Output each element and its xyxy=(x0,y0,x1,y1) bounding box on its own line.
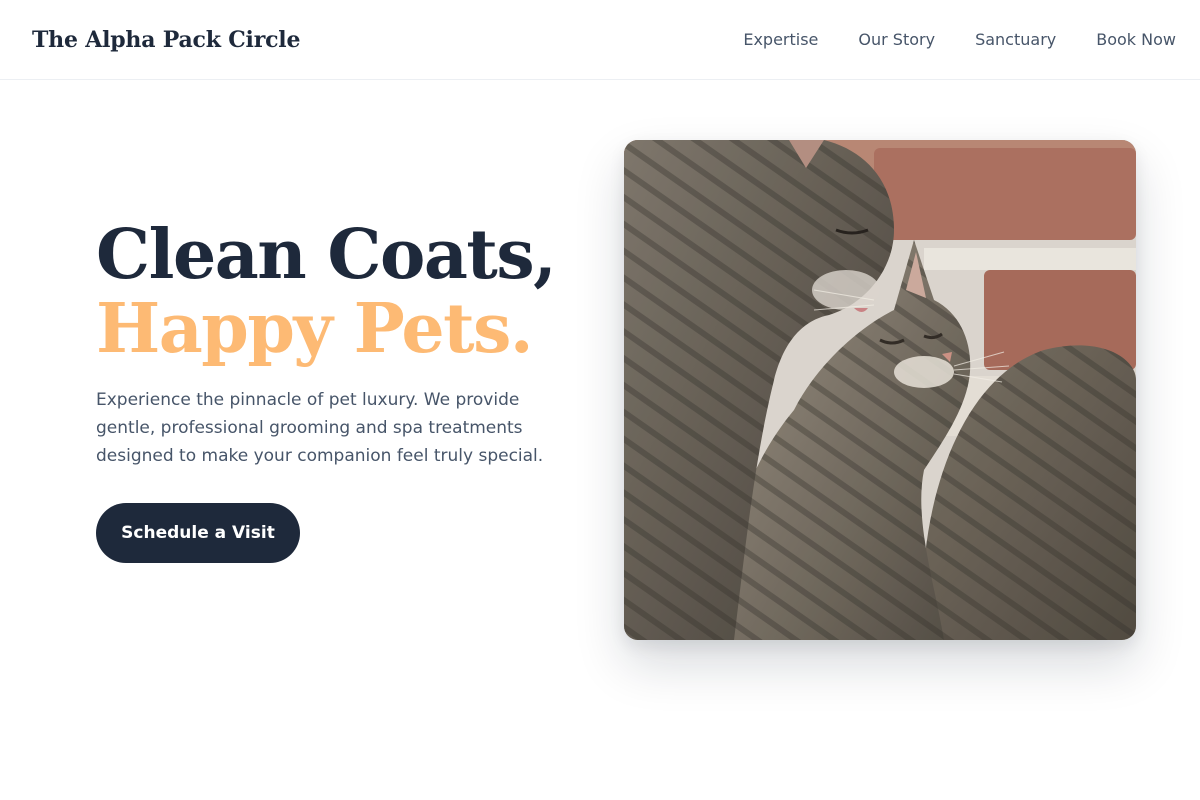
nav-link-sanctuary[interactable]: Sanctuary xyxy=(975,30,1056,49)
brand-logo[interactable]: The Alpha Pack Circle xyxy=(32,27,300,53)
nav-link-expertise[interactable]: Expertise xyxy=(743,30,818,49)
site-header: The Alpha Pack Circle Expertise Our Stor… xyxy=(0,0,1200,80)
schedule-visit-button[interactable]: Schedule a Visit xyxy=(96,503,300,563)
landing-page: The Alpha Pack Circle Expertise Our Stor… xyxy=(0,0,1200,800)
hero-title-line-1: Clean Coats, xyxy=(96,215,557,295)
main-nav: Expertise Our Story Sanctuary Book Now xyxy=(743,30,1176,49)
nav-link-our-story[interactable]: Our Story xyxy=(858,30,935,49)
hero-image-cats xyxy=(624,140,1136,640)
cats-photo-illustration xyxy=(624,140,1136,640)
nav-link-book-now[interactable]: Book Now xyxy=(1096,30,1176,49)
hero-title: Clean Coats, Happy Pets. xyxy=(96,218,566,366)
hero-section: Clean Coats, Happy Pets. Experience the … xyxy=(96,218,566,563)
hero-description: Experience the pinnacle of pet luxury. W… xyxy=(96,390,544,466)
hero-title-line-2: Happy Pets. xyxy=(96,289,534,369)
